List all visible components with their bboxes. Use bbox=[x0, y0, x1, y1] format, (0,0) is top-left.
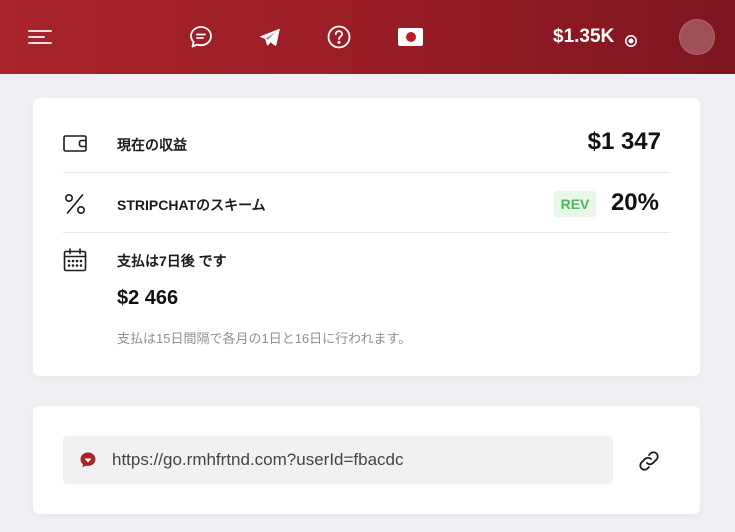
divider bbox=[63, 172, 670, 173]
referral-url-text: https://go.rmhfrtnd.com?userId=fbacdc bbox=[112, 450, 404, 469]
balance-display[interactable]: $1.35K bbox=[553, 24, 638, 50]
divider bbox=[63, 232, 670, 233]
stripchat-logo-icon bbox=[79, 451, 97, 469]
earnings-label: 現在の収益 bbox=[117, 137, 187, 153]
url-fade bbox=[443, 436, 493, 484]
menu-icon[interactable] bbox=[28, 27, 52, 47]
eye-icon[interactable] bbox=[624, 30, 638, 47]
payout-label: 支払は7日後 です bbox=[117, 253, 227, 269]
rev-badge: REV bbox=[554, 191, 596, 217]
avatar[interactable] bbox=[679, 19, 715, 55]
payout-note: 支払は15日間隔で各月の1日と16日に行われます。 bbox=[117, 331, 412, 346]
percent-icon bbox=[63, 192, 87, 216]
calendar-icon bbox=[63, 248, 87, 272]
telegram-icon[interactable] bbox=[257, 24, 283, 50]
scheme-rate: 20% bbox=[610, 189, 659, 216]
earnings-card: 現在の収益 $1 347 STRIPCHATのスキーム REV 20% 支払は7… bbox=[33, 98, 700, 376]
referral-url-field[interactable]: https://go.rmhfrtnd.com?userId=fbacdc bbox=[63, 436, 613, 484]
copy-link-icon[interactable] bbox=[636, 448, 662, 474]
scheme-label: STRIPCHATのスキーム bbox=[117, 197, 266, 213]
chat-icon[interactable] bbox=[188, 24, 214, 50]
balance-value: $1.35K bbox=[553, 26, 615, 47]
referral-link-card: https://go.rmhfrtnd.com?userId=fbacdc bbox=[33, 406, 700, 514]
help-icon[interactable] bbox=[326, 24, 352, 50]
flag-sun bbox=[405, 32, 416, 42]
wallet-icon bbox=[63, 132, 87, 156]
japan-flag-icon[interactable] bbox=[398, 28, 423, 46]
payout-amount: $2 466 bbox=[117, 287, 179, 309]
top-bar: $1.35K bbox=[0, 0, 735, 74]
earnings-value: $1 347 bbox=[587, 128, 661, 155]
